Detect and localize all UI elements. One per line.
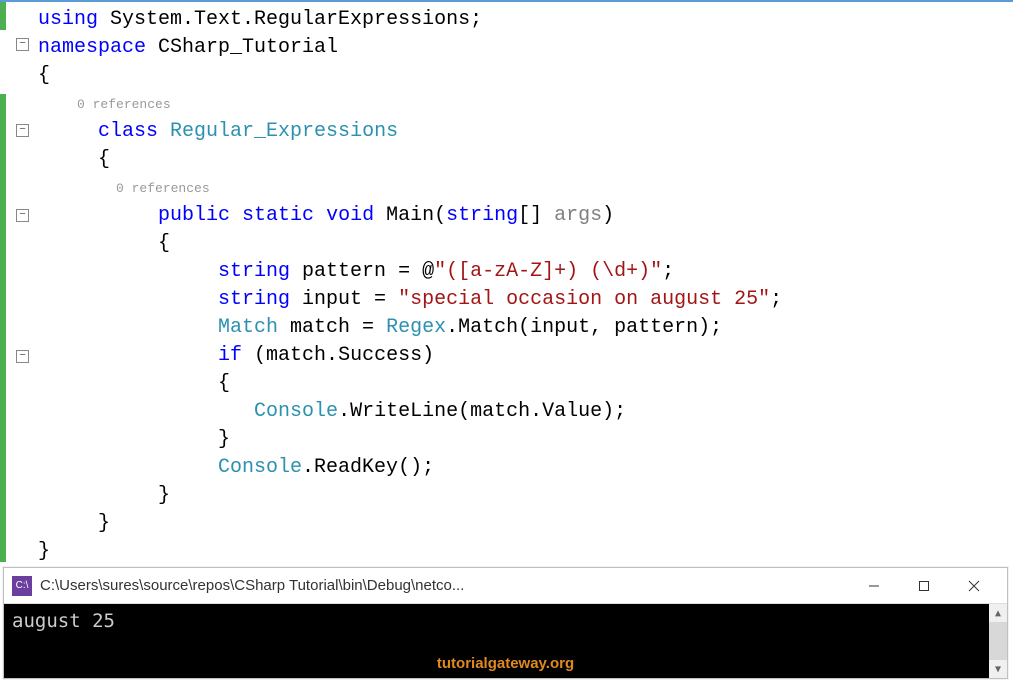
type-console: Console <box>218 456 302 479</box>
text: ; <box>770 288 782 311</box>
change-indicator <box>0 94 6 562</box>
close-button[interactable] <box>949 568 999 604</box>
keyword-string: string <box>218 260 290 283</box>
keyword-string: string <box>446 204 518 227</box>
fold-toggle-icon[interactable] <box>16 350 29 363</box>
brace: } <box>218 428 230 451</box>
brace: { <box>158 232 170 255</box>
brace: } <box>158 484 170 507</box>
titlebar[interactable]: C:\ C:\Users\sures\source\repos\CSharp T… <box>4 568 1007 604</box>
text: (match.Success) <box>242 344 434 367</box>
console-window: C:\ C:\Users\sures\source\repos\CSharp T… <box>3 567 1008 679</box>
console-output[interactable]: august 25 tutorialgateway.org ▲ ▼ <box>4 604 1007 678</box>
watermark-text: tutorialgateway.org <box>437 655 574 672</box>
brace: } <box>38 540 50 563</box>
codelens-references[interactable]: 0 references <box>38 181 210 196</box>
type-regex: Regex <box>386 316 446 339</box>
keyword-if: if <box>218 344 242 367</box>
code-content[interactable]: using System.Text.RegularExpressions; na… <box>38 2 1013 570</box>
codelens-references[interactable]: 0 references <box>38 97 171 112</box>
keyword-public: public <box>158 204 230 227</box>
text: pattern = <box>290 260 422 283</box>
change-indicator <box>0 2 6 30</box>
brace: } <box>98 512 110 535</box>
window-title: C:\Users\sures\source\repos\CSharp Tutor… <box>40 577 464 594</box>
scroll-track[interactable] <box>989 622 1007 660</box>
text: .ReadKey(); <box>302 456 434 479</box>
type-match: Match <box>218 316 278 339</box>
text: .Match(input, pattern); <box>446 316 722 339</box>
keyword-string: string <box>218 288 290 311</box>
brace: { <box>38 64 50 87</box>
maximize-button[interactable] <box>899 568 949 604</box>
text: input = <box>290 288 398 311</box>
text: ) <box>602 204 614 227</box>
parameter-name: args <box>554 204 602 227</box>
string-literal: "special occasion on august 25" <box>398 288 770 311</box>
editor-gutter <box>0 2 38 570</box>
keyword-class: class <box>98 120 158 143</box>
scroll-down-icon[interactable]: ▼ <box>989 660 1007 678</box>
console-icon: C:\ <box>12 576 32 596</box>
namespace-name: CSharp_Tutorial <box>146 36 338 59</box>
text: .WriteLine(match.Value); <box>338 400 626 423</box>
keyword-namespace: namespace <box>38 36 146 59</box>
class-name: Regular_Expressions <box>158 120 398 143</box>
scroll-up-icon[interactable]: ▲ <box>989 604 1007 622</box>
fold-toggle-icon[interactable] <box>16 38 29 51</box>
keyword-static: static <box>230 204 314 227</box>
fold-toggle-icon[interactable] <box>16 209 29 222</box>
scrollbar[interactable]: ▲ ▼ <box>989 604 1007 678</box>
code-editor[interactable]: using System.Text.RegularExpressions; na… <box>0 0 1013 570</box>
namespace-path: System.Text.RegularExpressions; <box>98 8 482 31</box>
minimize-button[interactable] <box>849 568 899 604</box>
brace: { <box>98 148 110 171</box>
brace: { <box>218 372 230 395</box>
string-literal: @"([a-zA-Z]+) (\d+)" <box>422 260 662 283</box>
method-name: Main( <box>374 204 446 227</box>
keyword-using: using <box>38 8 98 31</box>
fold-toggle-icon[interactable] <box>16 124 29 137</box>
text: match = <box>278 316 386 339</box>
text: ; <box>662 260 674 283</box>
keyword-void: void <box>314 204 374 227</box>
text: [] <box>518 204 554 227</box>
output-text: august 25 <box>12 610 115 632</box>
type-console: Console <box>254 400 338 423</box>
